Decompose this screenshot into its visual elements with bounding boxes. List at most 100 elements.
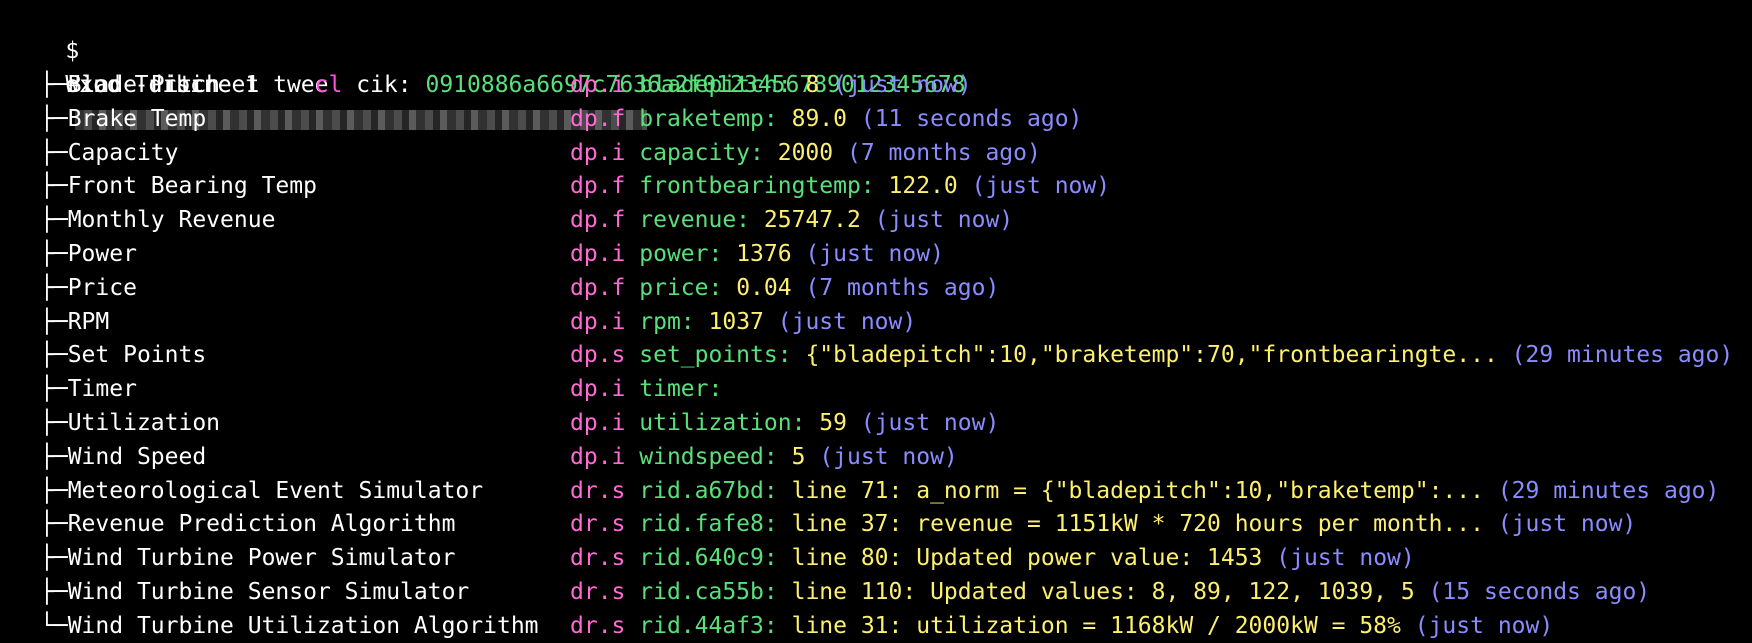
resource-detail: dp.f revenue: 25747.2 (just now) bbox=[570, 203, 1013, 237]
resource-name: Set Points bbox=[67, 342, 207, 369]
resource-alias: capacity: bbox=[639, 139, 764, 166]
resource-detail: dp.i timer: bbox=[570, 372, 750, 406]
tree-branch: ├─ bbox=[40, 72, 68, 98]
resource-detail: dp.i capacity: 2000 (7 months ago) bbox=[570, 136, 1041, 170]
resource-detail: dr.s rid.a67bd: line 71: a_norm = {"blad… bbox=[570, 474, 1719, 508]
resource-detail: dp.i rpm: 1037 (just now) bbox=[570, 305, 916, 339]
resource-detail: dr.s rid.ca55b: line 110: Updated values… bbox=[570, 575, 1650, 609]
tree-label: ├─RPM bbox=[40, 305, 109, 339]
resource-name: Wind Turbine Sensor Simulator bbox=[67, 579, 470, 605]
terminal-window: $ exo --discreet twee Wind Turbine 1 cl … bbox=[10, 0, 1752, 642]
tree-label: ├─Front Bearing Temp bbox=[40, 169, 317, 203]
resource-name: Power bbox=[67, 241, 137, 267]
resource-detail: dr.s rid.640c9: line 80: Updated power v… bbox=[570, 541, 1415, 575]
tree-branch: ├─ bbox=[40, 342, 68, 369]
resource-name: Wind Turbine Power Simulator bbox=[67, 545, 456, 572]
resource-timestamp: (just now) bbox=[971, 173, 1111, 200]
resource-type: dp.f bbox=[570, 105, 626, 132]
resource-detail: dr.s rid.fafe8: line 37: revenue = 1151k… bbox=[570, 507, 1636, 541]
resource-detail: dp.i bladepitch: 8 (just now) bbox=[570, 68, 972, 102]
tree-label: ├─Capacity bbox=[40, 136, 178, 170]
resource-type: dp.i bbox=[570, 72, 626, 98]
resource-detail: dp.f braketemp: 89.0 (11 seconds ago) bbox=[570, 102, 1082, 136]
tree-label: ├─Set Points bbox=[40, 338, 206, 372]
resource-timestamp: (just now) bbox=[1497, 511, 1637, 538]
tree-label: ├─Power bbox=[40, 237, 137, 271]
resource-alias: price: bbox=[639, 274, 723, 301]
resource-timestamp: (29 minutes ago) bbox=[1511, 342, 1734, 369]
resource-type: dr.s bbox=[570, 477, 626, 504]
resource-type: dp.i bbox=[570, 308, 626, 335]
resource-detail: dp.i power: 1376 (just now) bbox=[570, 237, 944, 271]
resource-timestamp: (29 minutes ago) bbox=[1497, 477, 1720, 504]
resource-timestamp: (7 months ago) bbox=[805, 274, 1000, 301]
resource-type: dp.i bbox=[570, 376, 626, 403]
resource-value: line 31: utilization = 1168kW / 2000kW =… bbox=[791, 612, 1401, 639]
resource-value: 1376 bbox=[736, 241, 792, 267]
resource-timestamp: (just now) bbox=[860, 410, 1000, 436]
resource-timestamp: (15 seconds ago) bbox=[1428, 579, 1651, 605]
resource-alias: braketemp: bbox=[639, 105, 778, 132]
tree-label: ├─Meteorological Event Simulator bbox=[40, 474, 483, 508]
resource-type: dr.s bbox=[570, 579, 626, 605]
resource-timestamp: (just now) bbox=[819, 443, 958, 470]
tree-label: ├─Brake Temp bbox=[40, 102, 206, 136]
tree-branch: ├─ bbox=[40, 511, 68, 538]
resource-alias: rid.44af3: bbox=[639, 612, 778, 639]
resource-alias: rid.ca55b: bbox=[639, 579, 778, 605]
resource-alias: rid.a67bd: bbox=[639, 477, 778, 504]
tree-branch: ├─ bbox=[40, 579, 68, 605]
resource-value: {"bladepitch":10,"braketemp":70,"frontbe… bbox=[805, 342, 1498, 369]
resource-alias: power: bbox=[639, 241, 723, 267]
resource-timestamp: (11 seconds ago) bbox=[860, 105, 1083, 132]
tree-branch: ├─ bbox=[40, 477, 68, 504]
resource-name: Wind Speed bbox=[67, 443, 207, 470]
resource-value: line 80: Updated power value: 1453 bbox=[791, 545, 1263, 572]
resource-alias: rpm: bbox=[639, 308, 695, 335]
resource-timestamp: (just now) bbox=[805, 241, 944, 267]
resource-alias: rid.fafe8: bbox=[639, 511, 778, 538]
tree-branch: ├─ bbox=[40, 274, 68, 301]
resource-alias: windspeed: bbox=[639, 443, 778, 470]
resource-value: 1037 bbox=[708, 308, 764, 335]
resource-name: Meteorological Event Simulator bbox=[67, 477, 484, 504]
resource-timestamp: (just now) bbox=[1276, 545, 1415, 572]
resource-timestamp: (just now) bbox=[1414, 612, 1554, 639]
resource-value: 8 bbox=[805, 72, 820, 98]
resource-value: 25747.2 bbox=[763, 207, 861, 234]
tree-label: ├─Monthly Revenue bbox=[40, 203, 275, 237]
resource-value: 2000 bbox=[777, 139, 834, 166]
resource-alias: frontbearingtemp: bbox=[639, 173, 875, 200]
resource-name: Revenue Prediction Algorithm bbox=[67, 511, 456, 538]
resource-name: Capacity bbox=[67, 139, 179, 166]
resource-alias: set_points: bbox=[639, 342, 792, 369]
tree-branch: ├─ bbox=[40, 545, 68, 572]
resource-detail: dp.i windspeed: 5 (just now) bbox=[570, 440, 958, 474]
resource-type: dp.i bbox=[570, 410, 626, 436]
resource-name: Price bbox=[67, 274, 137, 301]
tree-branch: ├─ bbox=[40, 376, 68, 403]
resource-detail: dr.s rid.44af3: line 31: utilization = 1… bbox=[570, 609, 1553, 643]
resource-name: Monthly Revenue bbox=[67, 207, 276, 234]
tree-branch: ├─ bbox=[40, 173, 68, 200]
tree-label: └─Wind Turbine Utilization Algorithm bbox=[40, 609, 539, 643]
resource-alias: utilization: bbox=[639, 410, 806, 436]
resource-timestamp: (just now) bbox=[833, 72, 972, 98]
resource-type: dr.s bbox=[570, 545, 626, 572]
tree-branch: └─ bbox=[40, 612, 68, 639]
tree-branch: ├─ bbox=[40, 410, 68, 436]
tree-label: ├─Utilization bbox=[40, 406, 220, 440]
tree-branch: ├─ bbox=[40, 207, 68, 234]
resource-value: 59 bbox=[819, 410, 847, 436]
resource-value: 0.04 bbox=[736, 274, 792, 301]
device-header: Wind Turbine 1 cl cik: 0910886a6697c7636… bbox=[10, 34, 965, 98]
resource-name: Blade Pitch bbox=[67, 72, 221, 98]
resource-type: dp.f bbox=[570, 173, 626, 200]
resource-type: dr.s bbox=[570, 612, 626, 639]
resource-timestamp: (just now) bbox=[777, 308, 917, 335]
resource-value: 5 bbox=[791, 443, 806, 470]
resource-value: line 110: Updated values: 8, 89, 122, 10… bbox=[791, 579, 1415, 605]
tree-label: ├─Price bbox=[40, 271, 137, 305]
resource-value: line 37: revenue = 1151kW * 720 hours pe… bbox=[791, 511, 1484, 538]
resource-timestamp: (just now) bbox=[874, 207, 1014, 234]
